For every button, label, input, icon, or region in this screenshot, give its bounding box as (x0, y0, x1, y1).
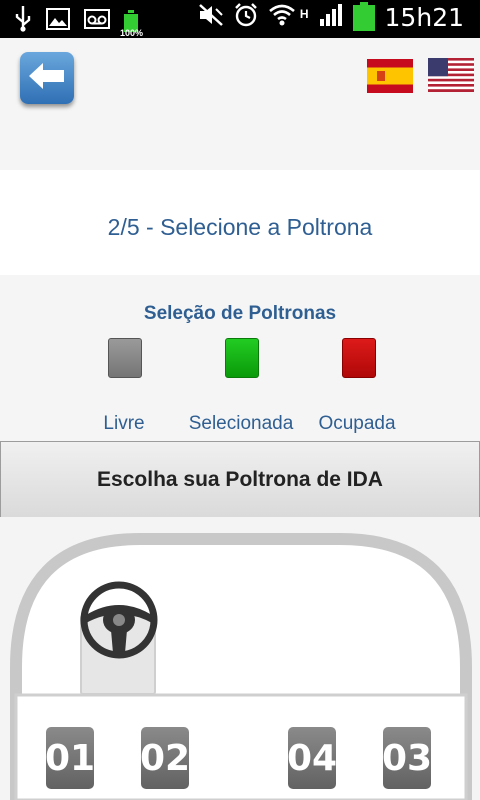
seat-legend: Seleção de Poltronas Livre Selecionada O… (0, 275, 480, 441)
legend-swatch-selected (225, 338, 259, 378)
step-title: 2/5 - Selecione a Poltrona (107, 214, 373, 240)
signal-icon (319, 3, 343, 32)
seat-number: 01 (44, 737, 96, 779)
legend-swatch-occupied (342, 338, 376, 378)
legend-label-occupied: Ocupada (318, 413, 396, 434)
seat-03[interactable]: 03 (381, 727, 433, 789)
step-section: 2/5 - Selecione a Poltrona (0, 170, 480, 275)
battery-small-icon: 100% (120, 9, 143, 38)
usa-flag-icon[interactable] (428, 58, 474, 92)
seat-01[interactable]: 01 (44, 727, 96, 789)
image-icon (46, 8, 70, 35)
voicemail-icon (84, 9, 110, 34)
spain-flag-icon[interactable] (367, 59, 413, 93)
battery-small-label: 100% (120, 27, 144, 38)
legend-label-free: Livre (103, 413, 145, 434)
battery-icon (352, 1, 375, 31)
legend-title: Seleção de Poltronas (143, 303, 337, 324)
choose-outbound-seat-label: Escolha sua Poltrona de IDA (97, 467, 383, 491)
seat-number: 03 (381, 737, 433, 779)
seat-number: 04 (286, 737, 338, 779)
seat-02[interactable]: 02 (139, 727, 191, 789)
network-label: H (299, 6, 309, 21)
seat-number: 02 (139, 737, 191, 779)
choose-outbound-seat-button[interactable]: Escolha sua Poltrona de IDA (0, 441, 480, 518)
status-bar: 100% H 15h21 (0, 0, 480, 38)
mute-icon (198, 3, 224, 32)
seat-04[interactable]: 04 (286, 727, 338, 789)
alarm-icon (234, 3, 258, 32)
steering-wheel-icon (80, 575, 158, 670)
legend-label-selected: Selecionada (188, 413, 294, 434)
wifi-icon (268, 3, 296, 32)
back-arrow-icon (27, 61, 67, 96)
back-button[interactable] (20, 52, 74, 104)
clock: 15h21 (384, 3, 464, 32)
legend-swatch-free (108, 338, 142, 378)
usb-icon (14, 6, 32, 37)
